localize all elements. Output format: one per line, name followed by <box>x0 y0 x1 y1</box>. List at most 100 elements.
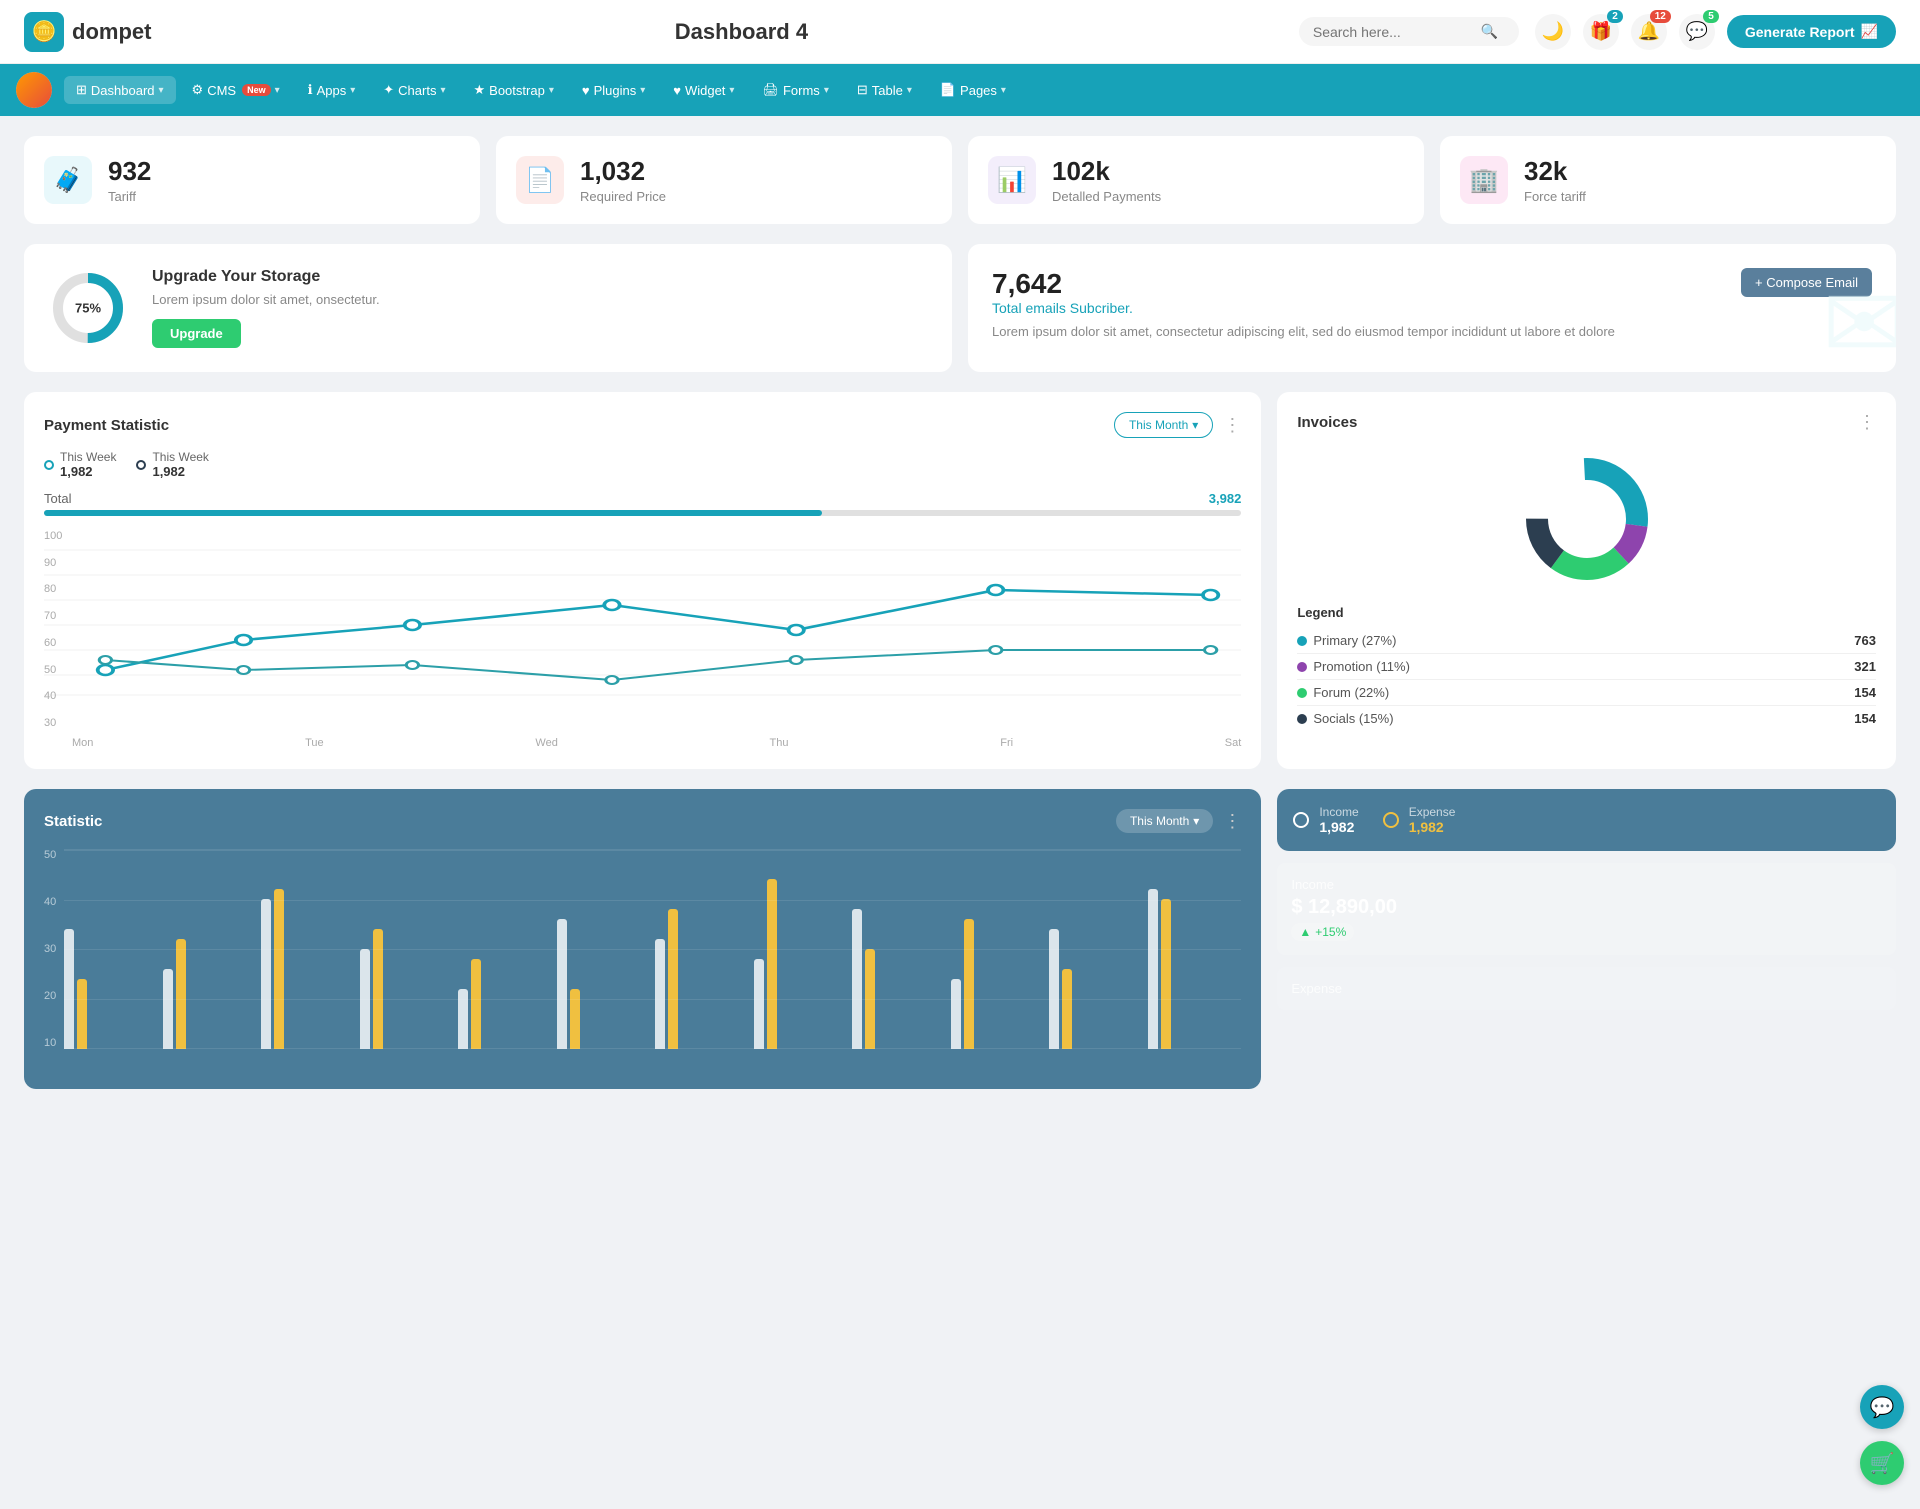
invoices-title: Invoices <box>1297 414 1357 431</box>
storage-donut-chart: 75% <box>48 268 128 348</box>
gift-button[interactable]: 🎁 2 <box>1583 14 1619 50</box>
bell-badge: 12 <box>1650 10 1671 23</box>
statistic-title: Statistic <box>44 813 102 830</box>
invoices-more-options-button[interactable]: ⋮ <box>1858 412 1876 433</box>
logo-text: dompet <box>72 19 151 45</box>
force-tariff-label: Force tariff <box>1524 189 1586 204</box>
search-input[interactable] <box>1313 24 1473 40</box>
chart-icon: 📈 <box>1861 23 1878 40</box>
bar-group <box>655 909 749 1049</box>
invoices-card: Invoices ⋮ Legend Primary (27 <box>1277 392 1896 769</box>
email-subtitle: Total emails Subcriber. <box>992 300 1615 316</box>
pages-icon: 📄 <box>940 82 956 98</box>
generate-report-button[interactable]: Generate Report 📈 <box>1727 15 1896 48</box>
total-value: 3,982 <box>1209 491 1242 506</box>
logo-area: 🪙 dompet <box>24 12 184 52</box>
statistic-more-options-button[interactable]: ⋮ <box>1223 811 1241 832</box>
cart-fab-button[interactable]: 🛒 <box>1860 1441 1904 1485</box>
payment-title: Payment Statistic <box>44 417 169 434</box>
legend-dot-teal <box>44 460 54 470</box>
moon-button[interactable]: 🌙 <box>1535 14 1571 50</box>
statistic-row: Statistic This Month ▾ ⋮ 50 40 30 20 10 <box>24 789 1896 1089</box>
tariff-value: 932 <box>108 156 151 187</box>
income-stat-item: Income 1,982 <box>1293 805 1358 835</box>
force-tariff-icon: 🏢 <box>1460 156 1508 204</box>
support-fab-button[interactable]: 💬 <box>1860 1385 1904 1429</box>
email-bg-icon: ✉ <box>1822 265 1896 372</box>
bar-group <box>163 939 257 1049</box>
invoices-donut-chart <box>1297 449 1876 589</box>
income-stat-value: 1,982 <box>1319 819 1358 835</box>
this-month-filter-button[interactable]: This Month ▾ <box>1114 412 1213 438</box>
dashboard-chevron-icon: ▾ <box>159 85 164 96</box>
navbar: ⊞ Dashboard ▾ ⚙ CMS New ▾ ℹ Apps ▾ ✦ Cha… <box>0 64 1920 116</box>
income-detail-amount: $ 12,890,00 <box>1291 896 1882 919</box>
bar-group <box>261 889 355 1049</box>
legend-dot-dark <box>136 460 146 470</box>
sidebar-item-cms[interactable]: ⚙ CMS New ▾ <box>180 76 292 104</box>
upgrade-button[interactable]: Upgrade <box>152 319 241 348</box>
bar-group <box>852 909 946 1049</box>
force-tariff-value: 32k <box>1524 156 1586 187</box>
stat-cards-row: 🧳 932 Tariff 📄 1,032 Required Price 📊 10… <box>24 136 1896 224</box>
required-price-value: 1,032 <box>580 156 666 187</box>
email-count: 7,642 <box>992 268 1615 300</box>
bar-group <box>360 929 454 1049</box>
primary-color-dot <box>1297 636 1307 646</box>
statistic-header: Statistic This Month ▾ ⋮ <box>44 809 1241 833</box>
invoices-legend-label: Legend <box>1297 605 1876 620</box>
bootstrap-icon: ★ <box>474 82 486 98</box>
sidebar-item-table[interactable]: ⊟ Table ▾ <box>845 76 924 104</box>
payment-legends: This Week 1,982 This Week 1,982 <box>44 450 1241 479</box>
sidebar-item-apps[interactable]: ℹ Apps ▾ <box>296 76 368 104</box>
promotion-color-dot <box>1297 662 1307 672</box>
logo-icon: 🪙 <box>24 12 64 52</box>
required-price-label: Required Price <box>580 189 666 204</box>
cms-chevron-icon: ▾ <box>275 85 280 96</box>
stat-card-tariff: 🧳 932 Tariff <box>24 136 480 224</box>
storage-info: Upgrade Your Storage Lorem ipsum dolor s… <box>152 268 380 348</box>
dashboard-icon: ⊞ <box>76 82 87 98</box>
tariff-icon: 🧳 <box>44 156 92 204</box>
bar-group <box>754 879 848 1049</box>
storage-card: 75% Upgrade Your Storage Lorem ipsum dol… <box>24 244 952 372</box>
widget-icon: ♥ <box>673 83 681 98</box>
header: 🪙 dompet Dashboard 4 🔍 🌙 🎁 2 🔔 12 💬 5 Ge… <box>0 0 1920 64</box>
bar-group <box>458 959 552 1049</box>
required-price-icon: 📄 <box>516 156 564 204</box>
sidebar-item-dashboard[interactable]: ⊞ Dashboard ▾ <box>64 76 176 104</box>
force-tariff-info: 32k Force tariff <box>1524 156 1586 204</box>
payment-chart: Mon Tue Wed Thu Fri Sat <box>44 530 1241 749</box>
forum-color-dot <box>1297 688 1307 698</box>
statistic-month-filter-button[interactable]: This Month ▾ <box>1116 809 1213 833</box>
middle-row: 75% Upgrade Your Storage Lorem ipsum dol… <box>24 244 1896 372</box>
payment-more-options-button[interactable]: ⋮ <box>1223 415 1241 436</box>
storage-description: Lorem ipsum dolor sit amet, onsectetur. <box>152 292 380 307</box>
total-row: Total 3,982 <box>44 491 1241 506</box>
payment-progress-bar <box>44 510 1241 516</box>
expense-detail-box: Expense <box>1277 967 1896 1010</box>
chat-button[interactable]: 💬 5 <box>1679 14 1715 50</box>
income-detail-box: Income $ 12,890,00 ▲ +15% <box>1277 863 1896 955</box>
bell-button[interactable]: 🔔 12 <box>1631 14 1667 50</box>
sidebar-item-forms[interactable]: 🖨 Forms ▾ <box>750 76 840 104</box>
stat-card-force-tariff: 🏢 32k Force tariff <box>1440 136 1896 224</box>
stat-card-detailed-payments: 📊 102k Detalled Payments <box>968 136 1424 224</box>
payment-y-axis: 100 90 80 70 60 50 40 30 <box>44 530 66 749</box>
expense-detail-label: Expense <box>1291 981 1882 996</box>
expense-stat-item: Expense 1,982 <box>1383 805 1456 835</box>
bootstrap-chevron-icon: ▾ <box>549 85 554 96</box>
charts-row: Payment Statistic This Month ▾ ⋮ This We… <box>24 392 1896 769</box>
header-icons: 🌙 🎁 2 🔔 12 💬 5 Generate Report 📈 <box>1535 14 1896 50</box>
sidebar-item-widget[interactable]: ♥ Widget ▾ <box>661 77 746 104</box>
sidebar-item-pages[interactable]: 📄 Pages ▾ <box>928 76 1018 104</box>
forms-icon: 🖨 <box>762 82 779 98</box>
payment-line-chart <box>44 530 1241 730</box>
sidebar-item-bootstrap[interactable]: ★ Bootstrap ▾ <box>462 76 566 104</box>
email-description: Lorem ipsum dolor sit amet, consectetur … <box>992 324 1615 339</box>
search-area: 🔍 <box>1299 17 1519 46</box>
sidebar-item-charts[interactable]: ✦ Charts ▾ <box>371 76 457 104</box>
sidebar-item-plugins[interactable]: ♥ Plugins ▾ <box>570 77 657 104</box>
email-card-top: 7,642 Total emails Subcriber. Lorem ipsu… <box>992 268 1872 339</box>
apps-icon: ℹ <box>308 82 313 98</box>
